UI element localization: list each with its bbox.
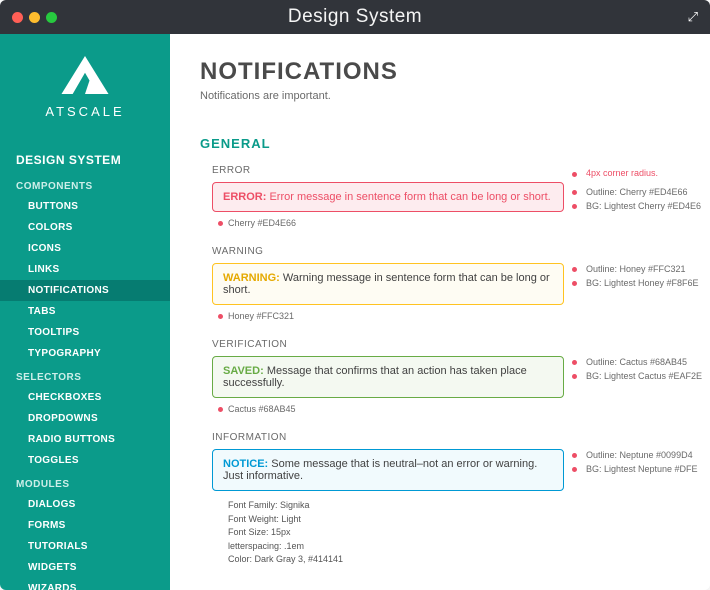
- callouts-right: Outline: Cactus #68AB45BG: Lightest Cact…: [572, 356, 702, 383]
- sidebar-item-widgets[interactable]: WIDGETS: [0, 557, 170, 578]
- callout-below: Honey #FFC321: [228, 311, 710, 321]
- callout-line: Outline: Neptune #0099D4: [572, 449, 698, 463]
- notification-label: WARNING: [212, 246, 710, 257]
- callouts-right: Outline: Cherry #ED4E66BG: Lightest Cher…: [572, 186, 701, 213]
- sidebar-item-radio-buttons[interactable]: RADIO BUTTONS: [0, 429, 170, 450]
- callout-line: BG: Lightest Honey #F8F6E: [572, 277, 699, 291]
- sidebar-item-links[interactable]: LINKS: [0, 259, 170, 280]
- brand-logo-icon: [57, 52, 113, 98]
- nav-group-header: SELECTORS: [0, 364, 170, 387]
- notification-spec-error: ERRORERROR: Error message in sentence fo…: [200, 165, 710, 228]
- notification-box: SAVED: Message that confirms that an act…: [212, 356, 564, 398]
- nav-title: DESIGN SYSTEM: [0, 143, 170, 173]
- notification-box: WARNING: Warning message in sentence for…: [212, 263, 564, 305]
- sidebar-item-forms[interactable]: FORMS: [0, 515, 170, 536]
- nav-group-header: COMPONENTS: [0, 173, 170, 196]
- page-subtitle: Notifications are important.: [200, 90, 710, 102]
- callout-line: Outline: Honey #FFC321: [572, 263, 699, 277]
- app-window: Design System ⤢ ATSCALE DESIGN SYSTEM CO…: [0, 0, 710, 590]
- notification-spec-warning: WARNING WARNING: Warning message in sente…: [200, 246, 710, 321]
- sidebar-item-dropdowns[interactable]: DROPDOWNS: [0, 408, 170, 429]
- notification-prefix: WARNING:: [223, 272, 283, 284]
- main-content: NOTIFICATIONS Notifications are importan…: [170, 34, 710, 590]
- notification-spec-verification: VERIFICATION SAVED: Message that confirms…: [200, 339, 710, 414]
- notification-prefix: NOTICE:: [223, 458, 271, 470]
- section-title: GENERAL: [200, 136, 710, 151]
- sidebar-item-checkboxes[interactable]: CHECKBOXES: [0, 387, 170, 408]
- callout-line: BG: Lightest Neptune #DFE: [572, 463, 698, 477]
- sidebar: ATSCALE DESIGN SYSTEM COMPONENTSBUTTONSC…: [0, 34, 170, 590]
- typography-specs: Font Family: SignikaFont Weight: LightFo…: [228, 499, 710, 567]
- callouts-right: Outline: Neptune #0099D4BG: Lightest Nep…: [572, 449, 698, 476]
- sidebar-item-tabs[interactable]: TABS: [0, 301, 170, 322]
- notification-prefix: SAVED:: [223, 365, 267, 377]
- sidebar-item-buttons[interactable]: BUTTONS: [0, 196, 170, 217]
- callout-line: BG: Lightest Cherry #ED4E6: [572, 200, 701, 214]
- sidebar-item-wizards[interactable]: WIZARDS: [0, 578, 170, 590]
- notification-label: VERIFICATION: [212, 339, 710, 350]
- app-body: ATSCALE DESIGN SYSTEM COMPONENTSBUTTONSC…: [0, 34, 710, 590]
- sidebar-item-toggles[interactable]: TOGGLES: [0, 450, 170, 471]
- minimize-icon[interactable]: [29, 12, 40, 23]
- sidebar-item-colors[interactable]: COLORS: [0, 217, 170, 238]
- callout-below: Cherry #ED4E66: [228, 218, 710, 228]
- sidebar-item-notifications[interactable]: NOTIFICATIONS: [0, 280, 170, 301]
- type-spec-line: letterspacing: .1em: [228, 540, 710, 554]
- callout-corner: 4px corner radius.: [572, 168, 658, 178]
- window-controls: [12, 12, 57, 23]
- notification-prefix: ERROR:: [223, 191, 269, 203]
- sidebar-item-icons[interactable]: ICONS: [0, 238, 170, 259]
- brand-name: ATSCALE: [0, 104, 170, 119]
- type-spec-line: Font Weight: Light: [228, 513, 710, 527]
- sidebar-item-tutorials[interactable]: TUTORIALS: [0, 536, 170, 557]
- callout-line: BG: Lightest Cactus #EAF2E: [572, 370, 702, 384]
- expand-icon[interactable]: ⤢: [688, 9, 698, 25]
- type-spec-line: Font Size: 15px: [228, 526, 710, 540]
- window-title: Design System: [0, 6, 710, 28]
- sidebar-item-dialogs[interactable]: DIALOGS: [0, 494, 170, 515]
- callout-line: Outline: Cactus #68AB45: [572, 356, 702, 370]
- notification-label: INFORMATION: [212, 432, 710, 443]
- type-spec-line: Font Family: Signika: [228, 499, 710, 513]
- maximize-icon[interactable]: [46, 12, 57, 23]
- titlebar: Design System ⤢: [0, 0, 710, 34]
- notification-message: Error message in sentence form that can …: [269, 191, 550, 203]
- sidebar-item-typography[interactable]: TYPOGRAPHY: [0, 343, 170, 364]
- callout-below: Cactus #68AB45: [228, 404, 710, 414]
- sidebar-item-tooltips[interactable]: TOOLTIPS: [0, 322, 170, 343]
- page-title: NOTIFICATIONS: [200, 58, 710, 86]
- notification-spec-information: INFORMATION NOTICE: Some message that is …: [200, 432, 710, 567]
- notification-message: Some message that is neutral–not an erro…: [223, 458, 537, 482]
- logo-area: ATSCALE: [0, 34, 170, 133]
- notification-box: ERROR: Error message in sentence form th…: [212, 182, 564, 212]
- notification-box: NOTICE: Some message that is neutral–not…: [212, 449, 564, 491]
- callout-line: Outline: Cherry #ED4E66: [572, 186, 701, 200]
- close-icon[interactable]: [12, 12, 23, 23]
- nav-group-header: MODULES: [0, 471, 170, 494]
- nav: DESIGN SYSTEM COMPONENTSBUTTONSCOLORSICO…: [0, 133, 170, 590]
- notification-message: Message that confirms that an action has…: [223, 365, 527, 389]
- callouts-right: Outline: Honey #FFC321BG: Lightest Honey…: [572, 263, 699, 290]
- type-spec-line: Color: Dark Gray 3, #414141: [228, 553, 710, 567]
